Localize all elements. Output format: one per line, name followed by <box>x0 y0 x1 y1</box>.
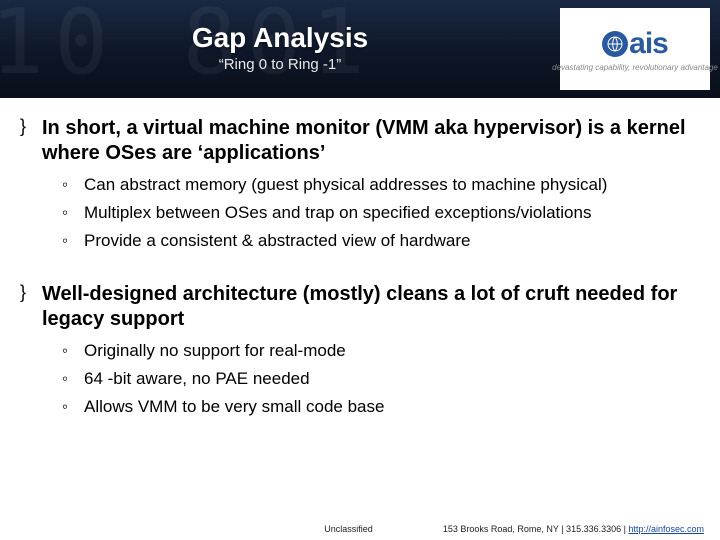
section-sublist: Can abstract memory (guest physical addr… <box>42 166 698 272</box>
logo-text: ais <box>629 27 668 61</box>
section-1: } In short, a virtual machine monitor (V… <box>42 116 698 272</box>
list-item: 64 -bit aware, no PAE needed <box>62 368 698 390</box>
footer-contact: 153 Brooks Road, Rome, NY | 315.336.3306… <box>443 524 704 534</box>
section-heading: In short, a virtual machine monitor (VMM… <box>42 116 698 166</box>
slide-header: 10 801 Gap Analysis “Ring 0 to Ring -1” … <box>0 0 720 98</box>
company-logo: ais devastating capability, revolutionar… <box>560 8 710 90</box>
slide-subtitle: “Ring 0 to Ring -1” <box>0 56 560 73</box>
section-2: } Well-designed architecture (mostly) cl… <box>42 282 698 438</box>
section-sublist: Originally no support for real-mode 64 -… <box>42 332 698 438</box>
slide-footer: Unclassified 153 Brooks Road, Rome, NY |… <box>0 524 720 534</box>
logo-mark: ais <box>602 27 668 61</box>
globe-icon <box>602 31 628 57</box>
list-item: Allows VMM to be very small code base <box>62 396 698 418</box>
list-item: Originally no support for real-mode <box>62 340 698 362</box>
logo-tagline: devastating capability, revolutionary ad… <box>552 63 718 72</box>
section-heading: Well-designed architecture (mostly) clea… <box>42 282 698 332</box>
bullet-brace-icon: } <box>20 116 26 137</box>
footer-link[interactable]: http://ainfosec.com <box>628 524 704 534</box>
classification-label: Unclassified <box>324 524 373 534</box>
list-item: Provide a consistent & abstracted view o… <box>62 230 698 252</box>
slide-content: } In short, a virtual machine monitor (V… <box>0 98 720 439</box>
bullet-brace-icon: } <box>20 282 26 303</box>
footer-address: 153 Brooks Road, Rome, NY | 315.336.3306… <box>443 524 629 534</box>
list-item: Multiplex between OSes and trap on speci… <box>62 202 698 224</box>
slide-title: Gap Analysis <box>0 22 560 54</box>
list-item: Can abstract memory (guest physical addr… <box>62 174 698 196</box>
